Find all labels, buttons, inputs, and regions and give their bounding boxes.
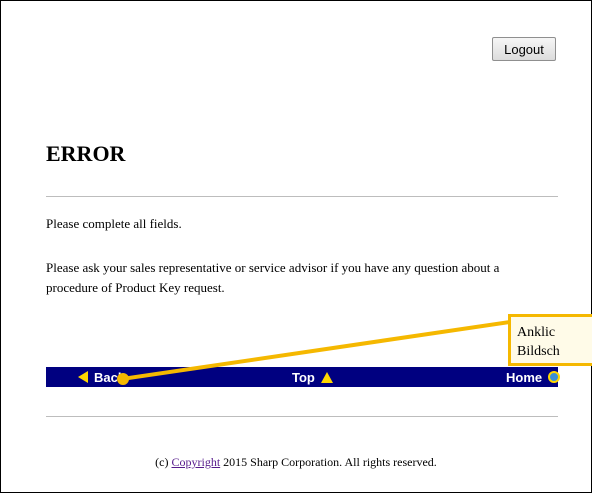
callout-anchor-dot — [117, 373, 129, 385]
callout-line-2: Bildsch — [517, 344, 560, 359]
callout-line-1: Anklic — [517, 325, 556, 340]
callout-pointer — [117, 320, 512, 385]
annotation-callout: Anklic Bildsch — [508, 314, 592, 366]
